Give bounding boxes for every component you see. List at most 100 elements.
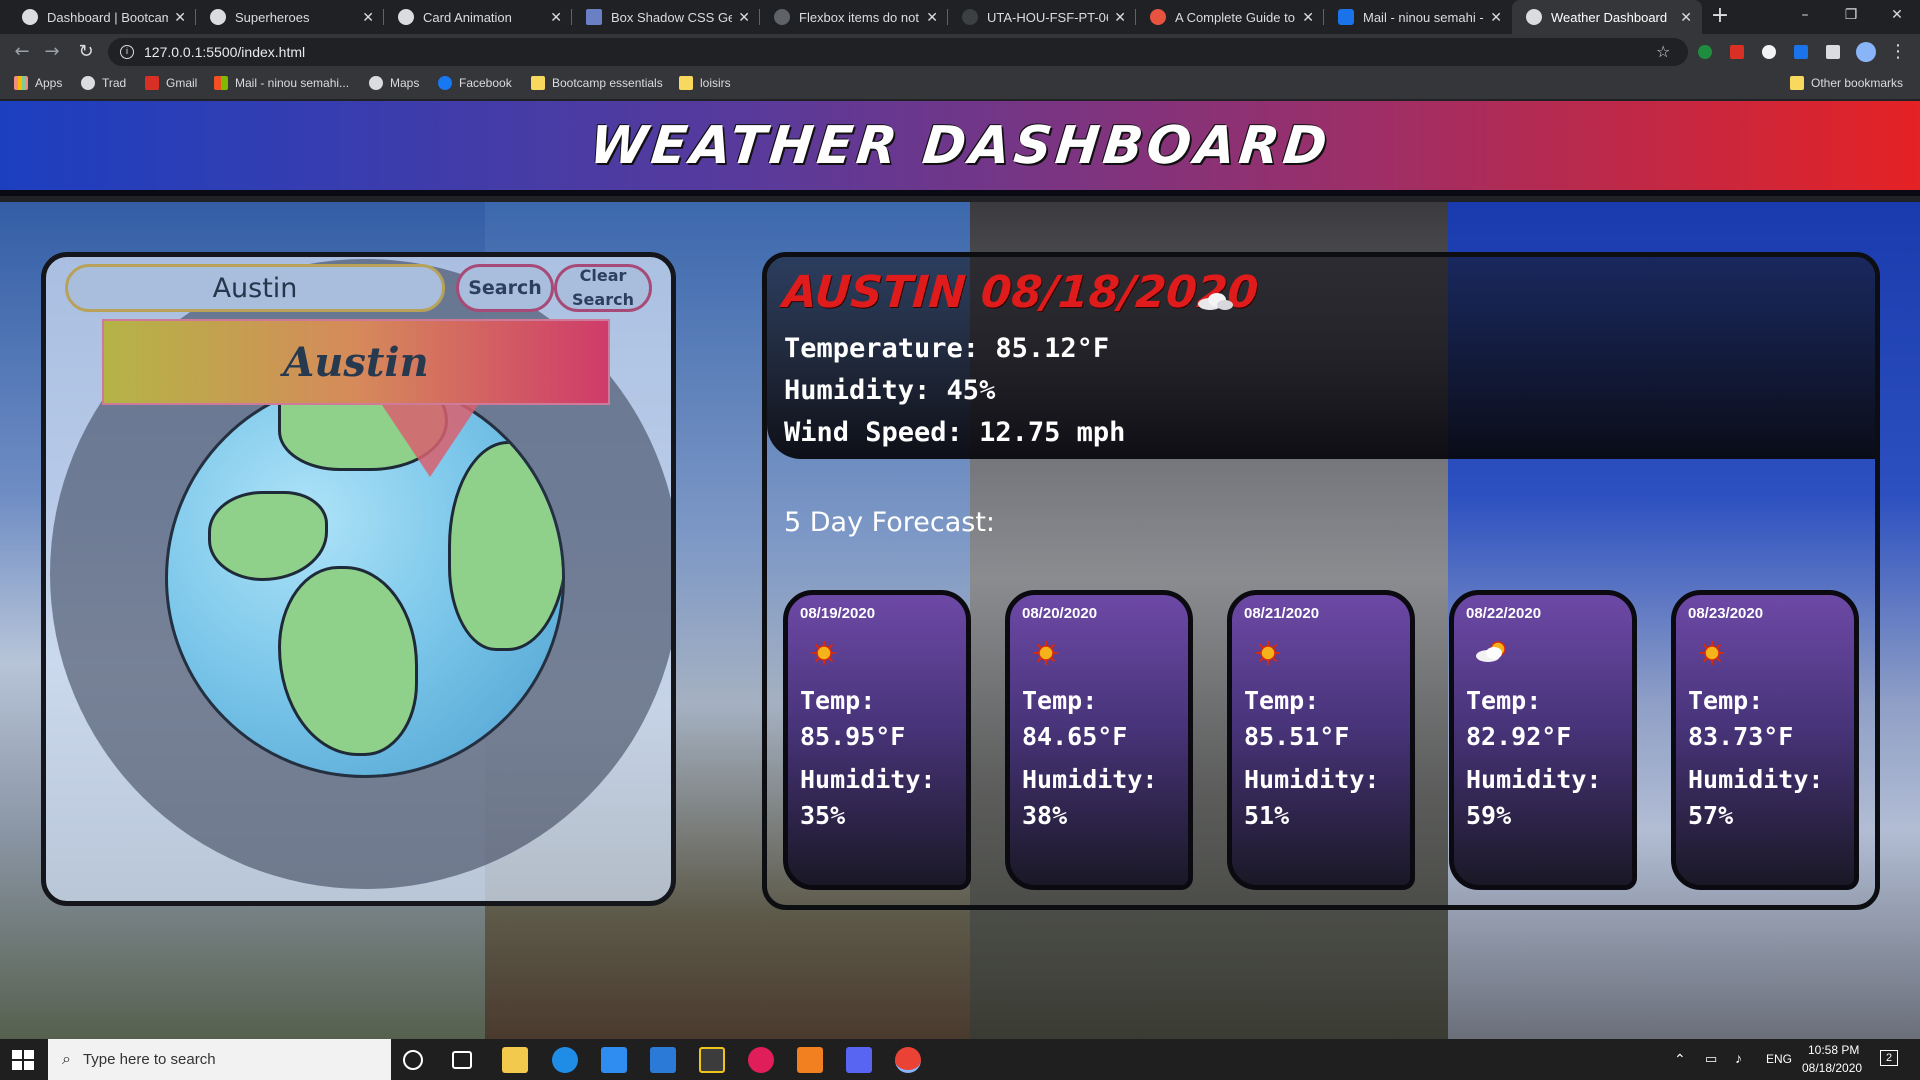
forecast-humidity-label: Humidity: xyxy=(1244,765,1380,794)
mail-icon[interactable] xyxy=(601,1047,627,1073)
vscode-icon[interactable] xyxy=(650,1047,676,1073)
weather-panel: AUSTIN 08/18/2020 Temperature: 85.12°F H… xyxy=(762,252,1880,910)
git-kraken-icon[interactable] xyxy=(699,1047,725,1073)
tab-uta[interactable]: UTA-HOU-FSF-PT-06-2 ✕ xyxy=(948,0,1136,34)
forecast-date: 08/19/2020 xyxy=(800,605,876,622)
tab-dashboard[interactable]: Dashboard | Bootcamp ✕ xyxy=(8,0,196,34)
show-hidden-icons-icon[interactable]: ⌃ xyxy=(1674,1051,1686,1068)
bookmark-bootcamp[interactable]: Bootcamp essentials xyxy=(531,76,663,90)
tab-weather-dashboard[interactable]: Weather Dashboard ✕ xyxy=(1512,0,1702,34)
sun-icon xyxy=(1256,641,1280,665)
bookmark-mail[interactable]: Mail - ninou semahi... xyxy=(214,76,349,90)
window-close-button[interactable]: ✕ xyxy=(1874,0,1920,30)
back-button[interactable]: ← xyxy=(10,40,34,64)
close-icon[interactable]: ✕ xyxy=(550,9,562,26)
windows-taskbar: ⌕ Type here to search ⌃ ▭ ♪ ENG 10:58 PM… xyxy=(0,1039,1920,1080)
bookmark-loisirs[interactable]: loisirs xyxy=(679,76,731,90)
other-bookmarks[interactable]: Other bookmarks xyxy=(1790,76,1903,90)
new-tab-button[interactable]: + xyxy=(1707,4,1733,30)
tab-box-shadow[interactable]: Box Shadow CSS Gener ✕ xyxy=(572,0,760,34)
close-icon[interactable]: ✕ xyxy=(738,9,750,26)
sun-icon xyxy=(1700,641,1724,665)
tab-mail[interactable]: Mail - ninou semahi - O ✕ xyxy=(1324,0,1512,34)
notifications-button[interactable]: 2 xyxy=(1880,1050,1898,1066)
tab-title: Weather Dashboard xyxy=(1551,9,1668,25)
close-icon[interactable]: ✕ xyxy=(926,9,938,26)
extension-green-icon[interactable] xyxy=(1698,45,1712,59)
clear-search-button[interactable]: Clear Search xyxy=(554,264,652,312)
bookmark-trad[interactable]: Trad xyxy=(81,76,126,90)
puzzle-icon[interactable] xyxy=(1826,45,1840,59)
forward-button[interactable]: → xyxy=(40,40,64,64)
tab-flexbox[interactable]: Flexbox items do not sh ✕ xyxy=(760,0,948,34)
tab-superheroes[interactable]: Superheroes ✕ xyxy=(196,0,384,34)
chrome-icon[interactable] xyxy=(895,1047,921,1073)
close-icon[interactable]: ✕ xyxy=(1114,9,1126,26)
bookmark-label: Bootcamp essentials xyxy=(552,76,663,90)
menu-dots-icon[interactable]: ⋮ xyxy=(1886,40,1910,64)
codepen-icon xyxy=(398,9,414,25)
task-view-icon[interactable] xyxy=(452,1051,472,1069)
clock-date[interactable]: 08/18/2020 xyxy=(1802,1061,1862,1075)
search-icon: ⌕ xyxy=(62,1050,71,1068)
extension-blue-icon[interactable] xyxy=(1794,45,1808,59)
minimize-button[interactable]: – xyxy=(1782,0,1828,30)
reload-button[interactable]: ↻ xyxy=(74,40,98,64)
forecast-humidity-label: Humidity: xyxy=(800,765,936,794)
forecast-card: 08/21/2020 Temp: 85.51°F Humidity: 51% xyxy=(1227,590,1415,890)
tab-guide[interactable]: A Complete Guide to Fl ✕ xyxy=(1136,0,1324,34)
csstricks-icon xyxy=(1150,9,1166,25)
search-input[interactable]: Austin xyxy=(65,264,445,312)
edge-icon[interactable] xyxy=(552,1047,578,1073)
discord-icon[interactable] xyxy=(846,1047,872,1073)
bookmark-label: Trad xyxy=(102,76,127,90)
forecast-humidity: 51% xyxy=(1244,801,1290,830)
bookmark-facebook[interactable]: Facebook xyxy=(438,76,512,90)
sublime-icon[interactable] xyxy=(797,1047,823,1073)
close-icon[interactable]: ✕ xyxy=(1302,9,1314,26)
extension-white-icon[interactable] xyxy=(1762,45,1776,59)
slack-icon[interactable] xyxy=(748,1047,774,1073)
forecast-card: 08/20/2020 Temp: 84.65°F Humidity: 38% xyxy=(1005,590,1193,890)
forecast-card: 08/19/2020 Temp: 85.95°F Humidity: 35% xyxy=(783,590,971,890)
address-bar[interactable]: i 127.0.0.1:5500/index.html xyxy=(108,38,1688,66)
tab-title: Dashboard | Bootcamp xyxy=(47,9,169,25)
globe-illustration xyxy=(165,378,565,778)
forecast-temp-label: Temp: xyxy=(1244,686,1320,715)
windows-start-icon[interactable] xyxy=(12,1050,34,1070)
current-wind-speed: Wind Speed: 12.75 mph xyxy=(784,417,1126,448)
taskbar-search-box[interactable]: ⌕ Type here to search xyxy=(48,1039,391,1080)
facebook-icon xyxy=(438,76,452,90)
folder-icon xyxy=(679,76,693,90)
language-indicator[interactable]: ENG xyxy=(1766,1052,1792,1066)
tab-card-animation[interactable]: Card Animation ✕ xyxy=(384,0,572,34)
forecast-humidity: 35% xyxy=(800,801,846,830)
restore-button[interactable]: ❐ xyxy=(1828,0,1874,30)
browser-toolbar: ← → ↻ i 127.0.0.1:5500/index.html ☆ ⋮ xyxy=(0,34,1920,70)
close-icon[interactable]: ✕ xyxy=(174,9,186,26)
cortana-icon[interactable] xyxy=(403,1050,423,1070)
close-icon[interactable]: ✕ xyxy=(1680,9,1692,26)
info-icon[interactable]: i xyxy=(120,45,134,59)
history-item-austin[interactable]: Austin xyxy=(102,319,610,405)
gmail-icon xyxy=(145,76,159,90)
globe-icon xyxy=(1526,9,1542,25)
forecast-humidity: 57% xyxy=(1688,801,1734,830)
close-icon[interactable]: ✕ xyxy=(1490,9,1502,26)
close-icon[interactable]: ✕ xyxy=(362,9,374,26)
extension-red-icon[interactable] xyxy=(1730,45,1744,59)
profile-avatar[interactable] xyxy=(1856,42,1876,62)
battery-icon[interactable]: ▭ xyxy=(1705,1051,1717,1067)
search-button[interactable]: Search xyxy=(456,264,554,312)
apps-grid-icon xyxy=(14,76,28,90)
landmass xyxy=(278,566,418,756)
forecast-humidity-label: Humidity: xyxy=(1466,765,1602,794)
bookmark-gmail[interactable]: Gmail xyxy=(145,76,197,90)
forecast-temp-label: Temp: xyxy=(1466,686,1542,715)
bookmark-apps[interactable]: Apps xyxy=(14,76,62,90)
volume-icon[interactable]: ♪ xyxy=(1735,1050,1742,1066)
bookmark-maps[interactable]: Maps xyxy=(369,76,419,90)
file-explorer-icon[interactable] xyxy=(502,1047,528,1073)
bookmark-star-icon[interactable]: ☆ xyxy=(1656,42,1670,61)
clock-time[interactable]: 10:58 PM xyxy=(1808,1043,1859,1057)
